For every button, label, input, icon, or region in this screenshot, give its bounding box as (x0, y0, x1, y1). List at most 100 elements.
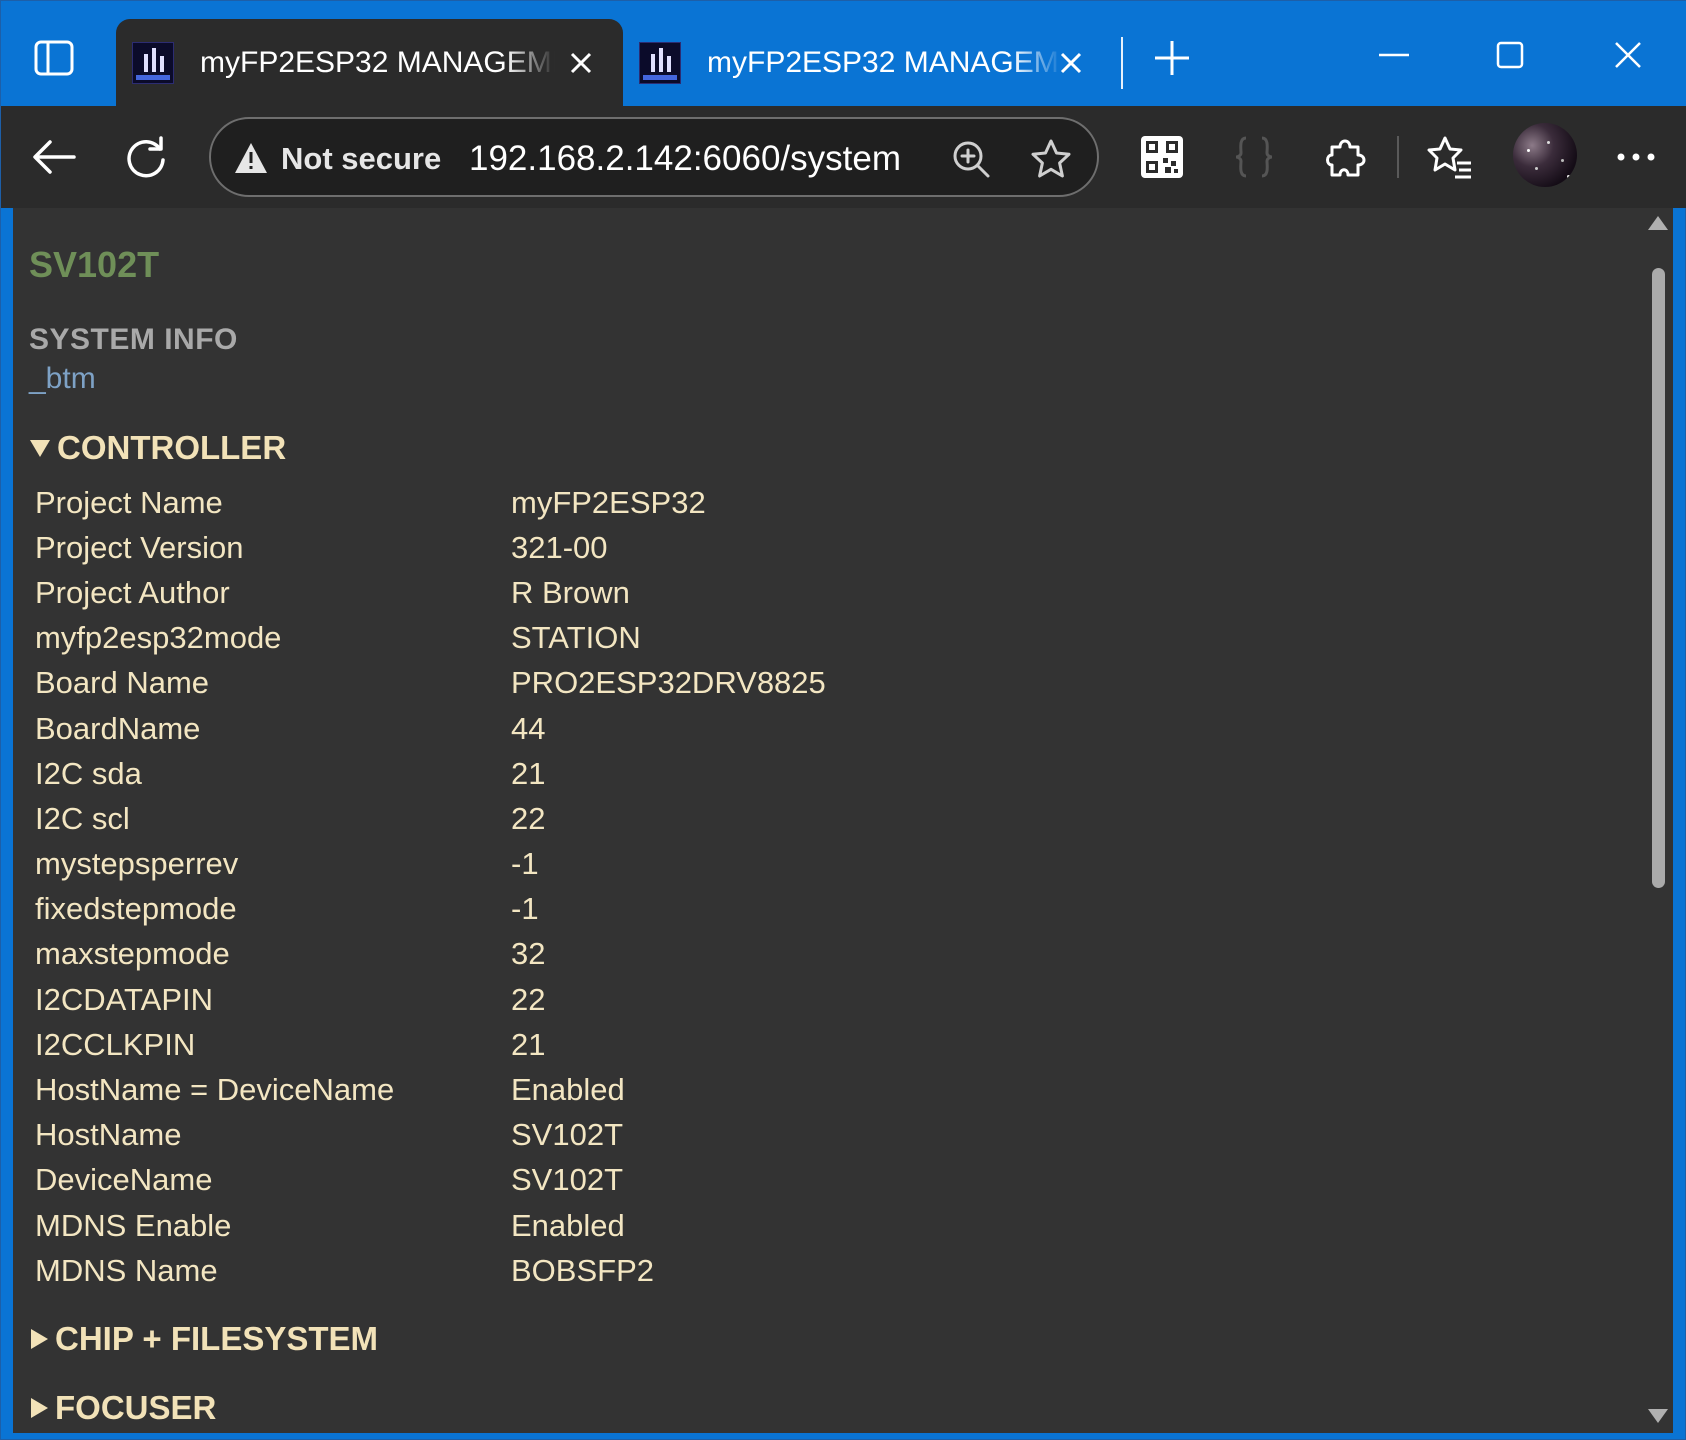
info-key: MDNS Enable (35, 1207, 232, 1243)
system-info-heading: SYSTEM INFO (29, 323, 238, 356)
page-viewport: SV102T SYSTEM INFO _btm CONTROLLER Proje… (13, 208, 1673, 1433)
table-row: MDNS Name BOBSFP2 (35, 1248, 826, 1293)
extensions-button[interactable] (1315, 126, 1377, 188)
info-value: 21 (511, 1026, 546, 1062)
info-key: myfp2esp32mode (35, 620, 282, 656)
info-key: BoardName (35, 710, 201, 746)
section-focuser-toggle[interactable]: FOCUSER (29, 1389, 216, 1427)
tab-strip: myFP2ESP32 MANAGEMENT myFP2ESP32 MANAGEM… (1, 1, 1686, 106)
new-tab-button[interactable] (1145, 31, 1199, 85)
info-value: STATION (511, 620, 641, 656)
info-key: HostName = DeviceName (35, 1072, 395, 1108)
triangle-right-icon (31, 1398, 48, 1418)
warning-icon (235, 143, 267, 173)
info-key: mystepsperrev (35, 846, 239, 882)
info-value: R Brown (511, 574, 630, 610)
info-value: myFP2ESP32 (511, 484, 706, 520)
security-status-label[interactable]: Not secure (281, 141, 441, 177)
tab-active[interactable]: myFP2ESP32 MANAGEMENT (116, 19, 623, 106)
sidebar-icon (34, 40, 74, 76)
device-title: SV102T (29, 244, 160, 285)
favorites-icon (1427, 136, 1471, 179)
maximize-button[interactable] (1475, 23, 1545, 87)
back-button[interactable] (23, 126, 85, 188)
minimize-button[interactable] (1359, 23, 1429, 87)
tab-close-button[interactable] (561, 43, 601, 83)
scroll-down-arrow-icon (1648, 1409, 1668, 1423)
section-controller-label: CONTROLLER (57, 429, 287, 466)
info-key: I2CCLKPIN (35, 1026, 196, 1062)
favorites-button[interactable] (1419, 126, 1481, 188)
info-key: I2C sda (35, 755, 142, 791)
json-viewer-button[interactable] (1223, 126, 1285, 188)
info-value: SV102T (511, 1162, 624, 1198)
refresh-icon (127, 136, 165, 178)
triangle-right-icon (31, 1329, 48, 1349)
add-favorite-button[interactable] (1029, 137, 1073, 181)
scroll-down-button[interactable] (1647, 1405, 1669, 1427)
url-text[interactable]: 192.168.2.142:6060/system (469, 139, 901, 179)
info-value: -1 (511, 891, 539, 927)
table-row: DeviceName SV102T (35, 1158, 826, 1203)
table-row: BoardName 44 (35, 706, 826, 751)
info-value: 21 (511, 755, 546, 791)
minimize-icon (1379, 53, 1409, 57)
info-key: fixedstepmode (35, 891, 237, 927)
info-value: PRO2ESP32DRV8825 (511, 665, 826, 701)
table-row: mystepsperrev -1 (35, 842, 826, 887)
info-value: SV102T (511, 1117, 624, 1153)
info-key: MDNS Name (35, 1252, 218, 1288)
close-icon (1060, 52, 1082, 74)
zoom-button[interactable] (949, 137, 993, 181)
table-row: Board Name PRO2ESP32DRV8825 (35, 661, 826, 706)
info-value: 22 (511, 981, 546, 1017)
table-row: Project Name myFP2ESP32 (35, 480, 826, 525)
info-key: Project Author (35, 574, 230, 610)
braces-icon (1235, 136, 1273, 178)
info-key: maxstepmode (35, 936, 230, 972)
more-icon (1617, 153, 1655, 161)
table-row: Project Author R Brown (35, 570, 826, 615)
table-row: I2C scl 22 (35, 796, 826, 841)
table-row: I2CCLKPIN 21 (35, 1022, 826, 1067)
site-favicon-icon (639, 41, 681, 84)
info-value: Enabled (511, 1072, 625, 1108)
tab-separator (1121, 37, 1123, 89)
qr-code-button[interactable] (1131, 126, 1193, 188)
section-chip-filesystem-label: CHIP + FILESYSTEM (55, 1320, 379, 1357)
vertical-scrollbar[interactable] (1643, 208, 1673, 1433)
table-row: HostName SV102T (35, 1113, 826, 1158)
sidebar-toggle-button[interactable] (23, 27, 85, 89)
tab-close-button[interactable] (1051, 43, 1091, 83)
tab-inactive[interactable]: myFP2ESP32 MANAGEMENT (623, 19, 1113, 106)
section-chip-filesystem-toggle[interactable]: CHIP + FILESYSTEM (29, 1320, 378, 1358)
close-icon (570, 52, 592, 74)
scroll-up-button[interactable] (1647, 212, 1669, 234)
scrollbar-thumb[interactable] (1652, 268, 1665, 888)
controller-info-table: Project Name myFP2ESP32 Project Version 321… (35, 480, 826, 1293)
refresh-button[interactable] (115, 126, 177, 188)
table-row: maxstepmode 32 (35, 932, 826, 977)
tab-title: myFP2ESP32 MANAGEMENT (707, 45, 1062, 79)
info-value: 44 (511, 710, 546, 746)
tab-title: myFP2ESP32 MANAGEMENT (200, 45, 555, 79)
address-bar[interactable]: Not secure 192.168.2.142:6060/system (209, 117, 1099, 197)
table-row: fixedstepmode -1 (35, 887, 826, 932)
avatar[interactable] (1513, 123, 1577, 187)
new-tab-icon (1155, 41, 1189, 75)
table-row: Project Version 321-00 (35, 525, 826, 570)
table-row: myfp2esp32mode STATION (35, 616, 826, 661)
more-menu-button[interactable] (1605, 126, 1667, 188)
site-favicon-icon (132, 41, 174, 84)
extensions-icon (1326, 139, 1366, 177)
section-controller-toggle[interactable]: CONTROLLER (29, 429, 286, 467)
info-value: -1 (511, 846, 539, 882)
info-value: Enabled (511, 1207, 625, 1243)
info-key: Project Version (35, 529, 244, 565)
table-row: HostName = DeviceName Enabled (35, 1067, 826, 1112)
window-close-button[interactable] (1593, 23, 1663, 87)
favorite-star-icon (1031, 139, 1071, 178)
triangle-down-icon (30, 440, 50, 457)
btm-link[interactable]: _btm (29, 362, 96, 396)
info-key: Board Name (35, 665, 210, 701)
